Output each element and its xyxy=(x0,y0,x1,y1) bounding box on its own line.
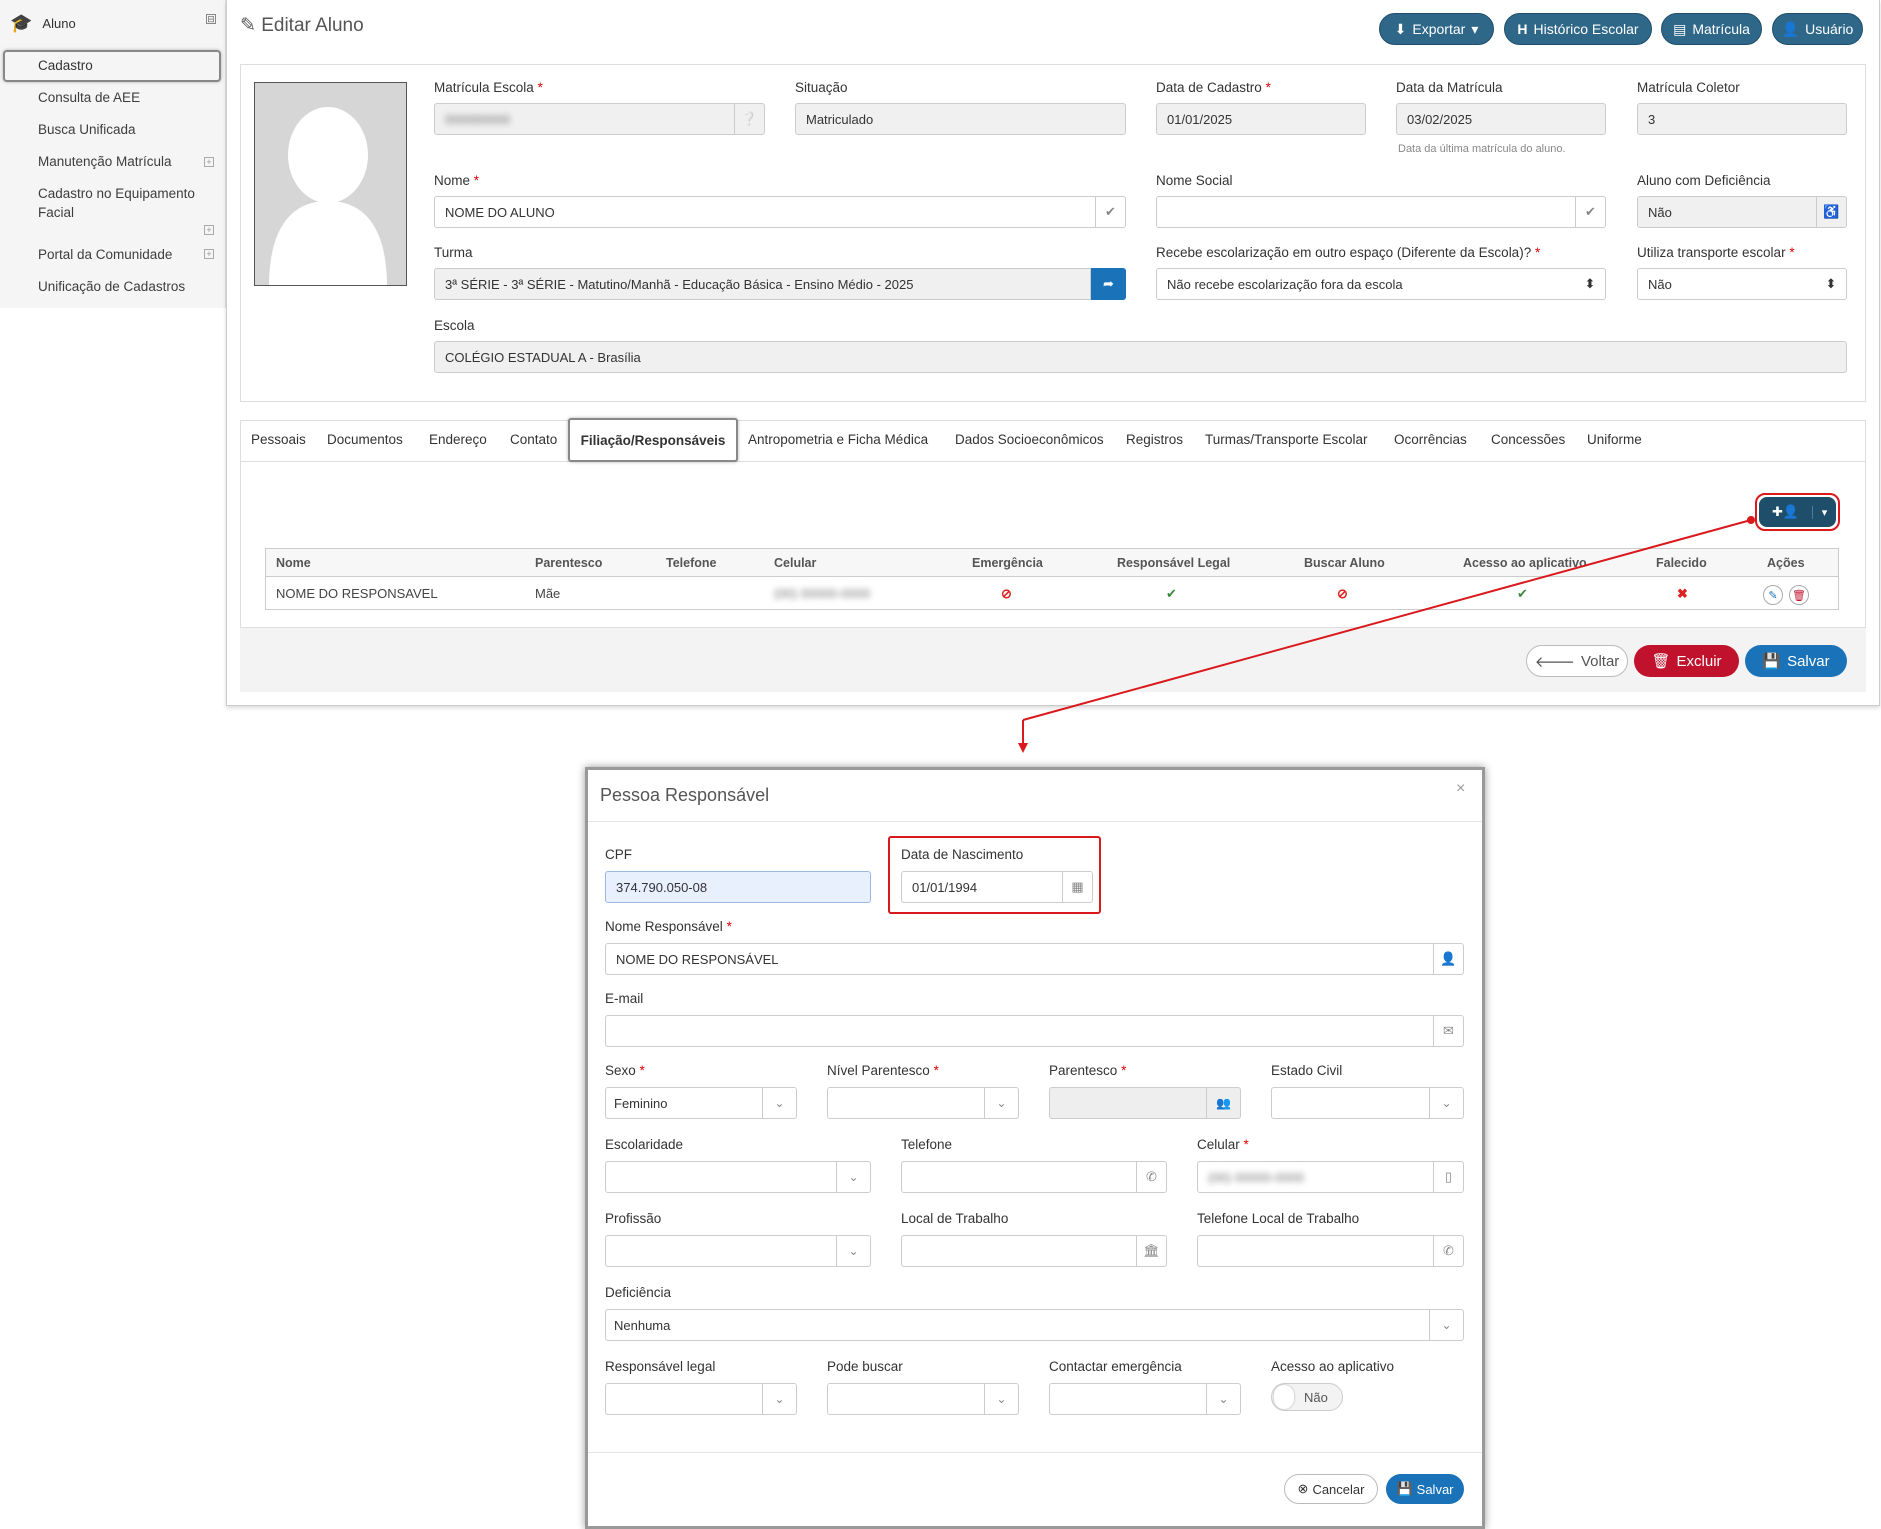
data-nascimento-field[interactable]: 01/01/1994 ▦ xyxy=(901,871,1093,903)
save-icon: 💾 xyxy=(1396,1481,1413,1496)
chevron-down-icon: ⌄ xyxy=(762,1088,796,1118)
escolaridade-select[interactable]: ⌄ xyxy=(605,1161,871,1193)
cpf-label: CPF xyxy=(605,847,632,862)
nome-responsavel-label: Nome Responsável * xyxy=(605,919,732,934)
phone-icon: ✆ xyxy=(1136,1162,1166,1192)
chevron-down-icon: ⌄ xyxy=(984,1088,1018,1118)
profissao-label: Profissão xyxy=(605,1211,662,1226)
calendar-icon[interactable]: ▦ xyxy=(1062,872,1092,902)
circle-x-icon: ⊗ xyxy=(1297,1481,1309,1496)
data-nascimento-value: 01/01/1994 xyxy=(912,879,978,895)
escolaridade-label: Escolaridade xyxy=(605,1137,684,1152)
cancelar-button[interactable]: ⊗ Cancelar xyxy=(1284,1474,1378,1504)
chevron-down-icon: ⌄ xyxy=(1429,1088,1463,1118)
profissao-select[interactable]: ⌄ xyxy=(605,1235,871,1267)
estado-civil-label: Estado Civil xyxy=(1271,1063,1343,1078)
responsavel-legal-select[interactable]: ⌄ xyxy=(605,1383,797,1415)
user-icon: 👤 xyxy=(1433,944,1463,974)
modal-title: Pessoa Responsável xyxy=(600,785,770,805)
parentesco-field[interactable]: 👥 xyxy=(1049,1087,1241,1119)
telefone-trabalho-label: Telefone Local de Trabalho xyxy=(1197,1211,1360,1226)
email-label: E-mail xyxy=(605,991,644,1006)
nome-responsavel-value: NOME DO RESPONSÁVEL xyxy=(616,951,779,967)
telefone-field[interactable]: ✆ xyxy=(901,1161,1167,1193)
chevron-down-icon: ⌄ xyxy=(762,1384,796,1414)
chevron-down-icon: ⌄ xyxy=(836,1162,870,1192)
mobile-icon: ▯ xyxy=(1433,1162,1463,1192)
pode-buscar-label: Pode buscar xyxy=(827,1359,903,1374)
deficiencia-label: Deficiência xyxy=(605,1285,672,1300)
chevron-down-icon: ⌄ xyxy=(836,1236,870,1266)
modal-salvar-button[interactable]: 💾 Salvar xyxy=(1386,1474,1464,1504)
deficiencia-select[interactable]: Nenhuma ⌄ xyxy=(605,1309,1464,1341)
phone-icon: ✆ xyxy=(1433,1236,1463,1266)
local-trabalho-field[interactable]: 🏛 xyxy=(901,1235,1167,1267)
cpf-field[interactable]: 374.790.050-08 xyxy=(605,871,871,903)
telefone-label: Telefone xyxy=(901,1137,953,1152)
close-icon[interactable]: × xyxy=(1456,780,1465,798)
chevron-down-icon: ⌄ xyxy=(984,1384,1018,1414)
contactar-emergencia-select[interactable]: ⌄ xyxy=(1049,1383,1241,1415)
celular-label: Celular * xyxy=(1197,1137,1249,1152)
bank-icon: 🏛 xyxy=(1136,1236,1166,1266)
modal-salvar-label: Salvar xyxy=(1416,1481,1454,1497)
sexo-select[interactable]: Feminino ⌄ xyxy=(605,1087,797,1119)
users-icon: 👥 xyxy=(1206,1088,1240,1118)
chevron-down-icon: ⌄ xyxy=(1206,1384,1240,1414)
celular-value: (00) 00000-0000 xyxy=(1208,1169,1305,1185)
email-field[interactable]: ✉ xyxy=(605,1015,1464,1047)
cancelar-label: Cancelar xyxy=(1312,1481,1365,1497)
deficiencia-value: Nenhuma xyxy=(614,1317,671,1333)
contactar-emergencia-label: Contactar emergência xyxy=(1049,1359,1182,1374)
nivel-parentesco-select[interactable]: ⌄ xyxy=(827,1087,1019,1119)
nome-responsavel-field[interactable]: NOME DO RESPONSÁVEL 👤 xyxy=(605,943,1464,975)
sexo-value: Feminino xyxy=(614,1095,668,1111)
toggle-label: Não xyxy=(1304,1389,1328,1405)
nivel-parentesco-label: Nível Parentesco * xyxy=(827,1063,939,1078)
data-nascimento-label: Data de Nascimento xyxy=(901,847,1024,862)
toggle-knob xyxy=(1274,1385,1294,1409)
envelope-icon: ✉ xyxy=(1433,1016,1463,1046)
estado-civil-select[interactable]: ⌄ xyxy=(1271,1087,1464,1119)
responsavel-legal-label: Responsável legal xyxy=(605,1359,716,1374)
telefone-trabalho-field[interactable]: ✆ xyxy=(1197,1235,1464,1267)
local-trabalho-label: Local de Trabalho xyxy=(901,1211,1009,1226)
pode-buscar-select[interactable]: ⌄ xyxy=(827,1383,1019,1415)
acesso-aplicativo-label: Acesso ao aplicativo xyxy=(1271,1359,1395,1374)
chevron-down-icon: ⌄ xyxy=(1429,1310,1463,1340)
celular-field[interactable]: (00) 00000-0000 ▯ xyxy=(1197,1161,1464,1193)
acesso-aplicativo-toggle[interactable]: Não xyxy=(1271,1383,1343,1411)
parentesco-label: Parentesco * xyxy=(1049,1063,1127,1078)
sexo-label: Sexo * xyxy=(605,1063,645,1078)
